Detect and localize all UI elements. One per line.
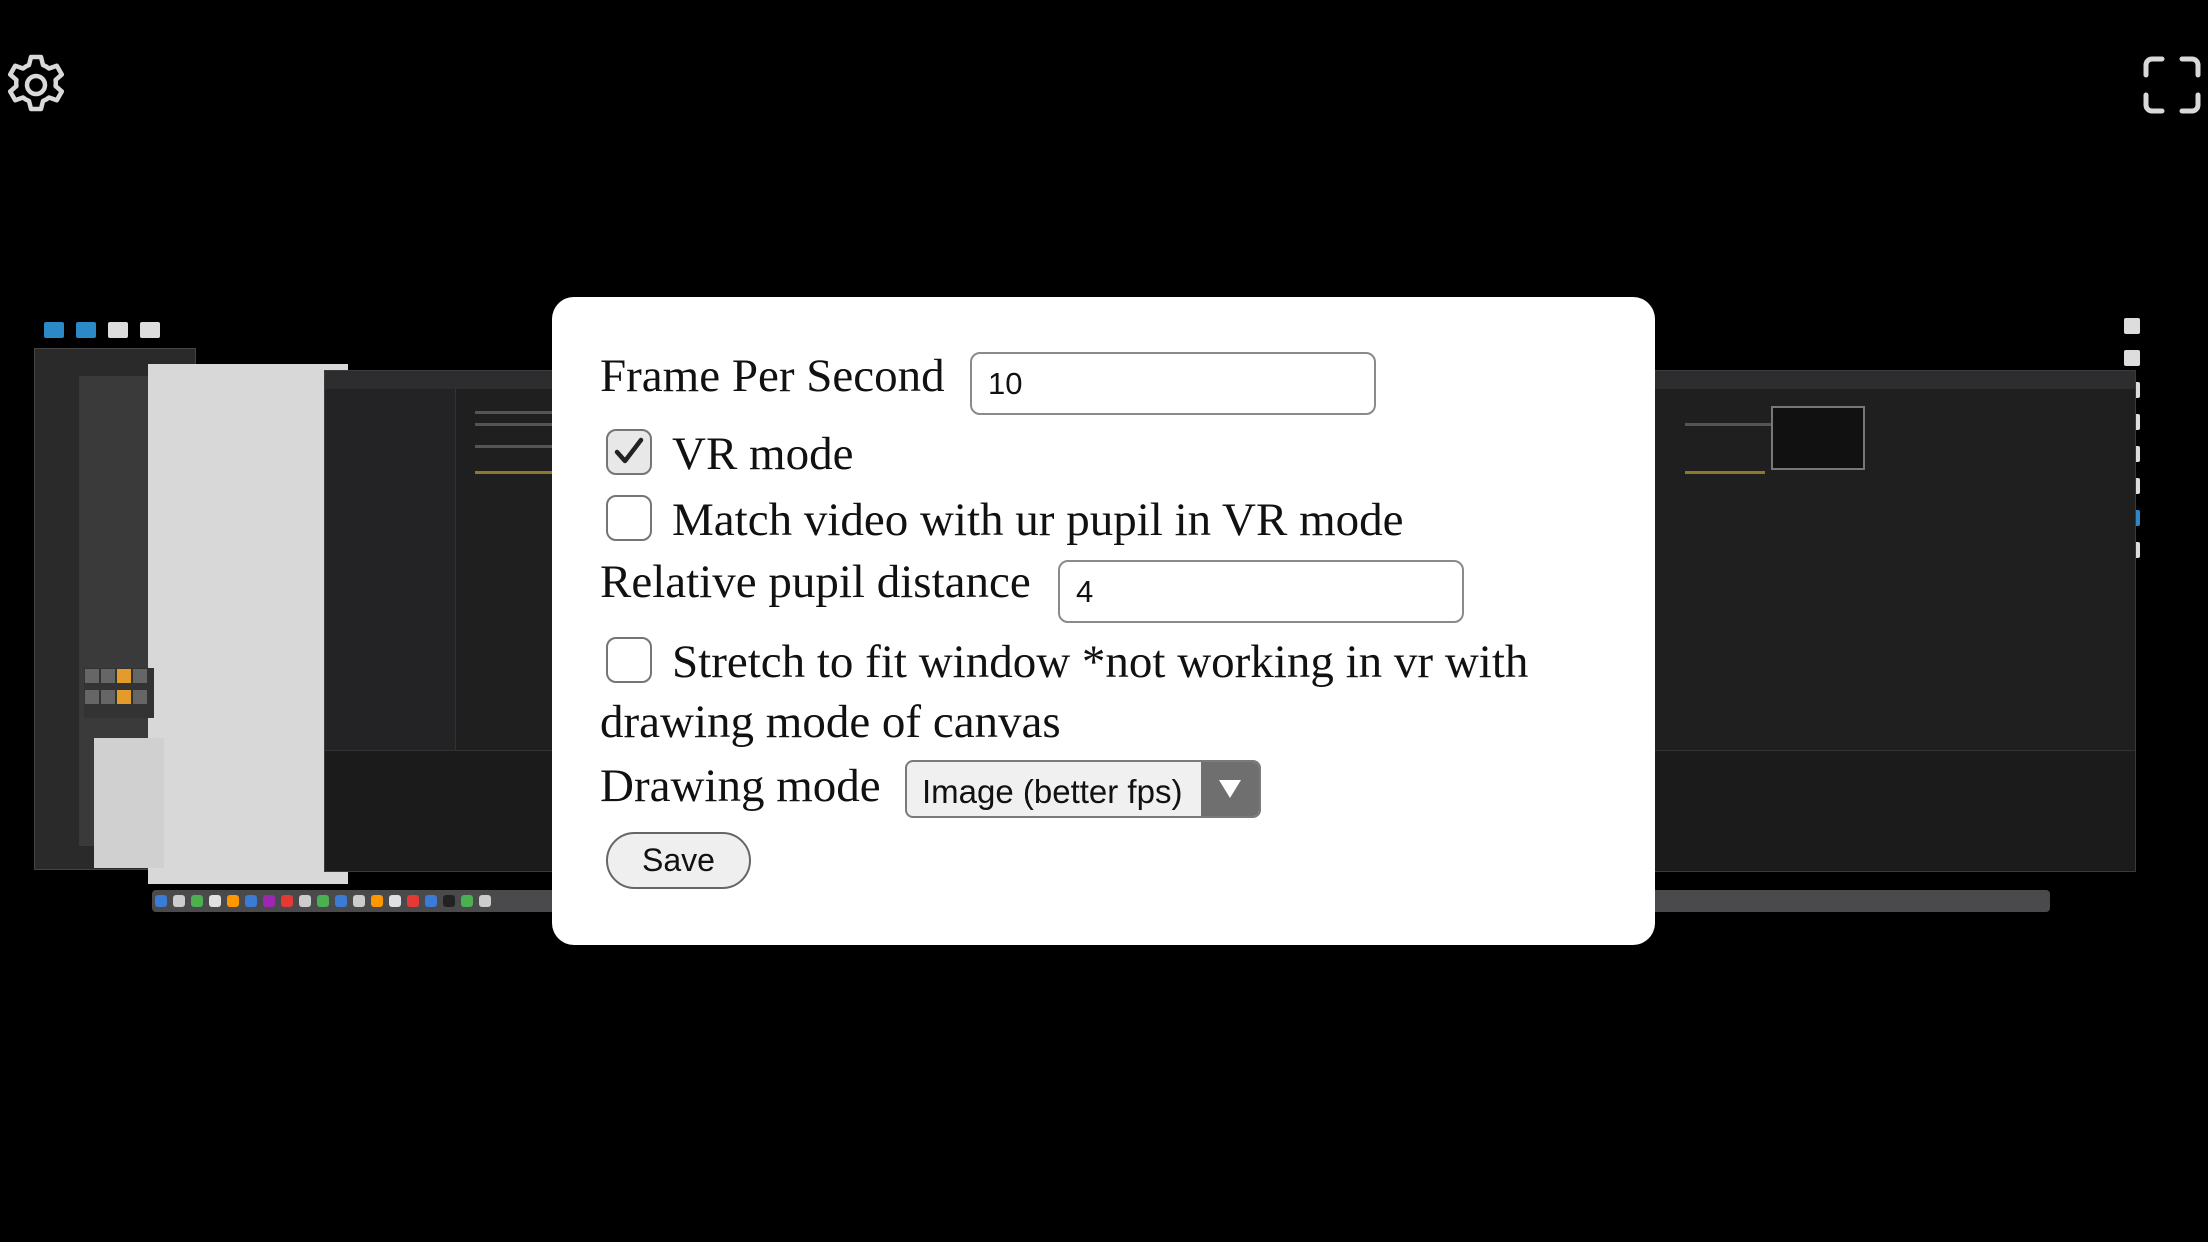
select-arrow[interactable]	[1201, 762, 1259, 816]
background-window	[148, 364, 348, 884]
checkmark-icon	[614, 437, 644, 464]
stretch-label-line1: Stretch to fit window *not working in vr…	[672, 636, 1529, 688]
fullscreen-icon	[2143, 56, 2201, 114]
stage: Frame Per Second VR mode Match video wit…	[0, 0, 2208, 1242]
stretch-checkbox[interactable]	[606, 637, 652, 683]
gear-icon	[7, 54, 65, 112]
file-icon	[108, 322, 128, 338]
background-window	[94, 738, 164, 868]
vr-mode-checkbox[interactable]	[606, 429, 652, 475]
save-button[interactable]: Save	[606, 832, 751, 889]
drawing-mode-value: Image (better fps)	[922, 773, 1183, 810]
chevron-down-icon	[1219, 780, 1241, 798]
stretch-label-line2: drawing mode of canvas	[600, 696, 1061, 748]
fps-input[interactable]	[970, 352, 1376, 415]
fps-label: Frame Per Second	[600, 350, 945, 402]
settings-dialog: Frame Per Second VR mode Match video wit…	[552, 297, 1655, 945]
folder-icon	[44, 322, 64, 338]
file-icon	[140, 322, 160, 338]
preview-thumbnail	[1771, 406, 1865, 470]
match-pupil-label: Match video with ur pupil in VR mode	[672, 494, 1404, 546]
drawing-mode-label: Drawing mode	[600, 760, 881, 812]
match-pupil-checkbox[interactable]	[606, 495, 652, 541]
vr-mode-label: VR mode	[672, 428, 854, 480]
folder-icon	[76, 322, 96, 338]
fullscreen-button[interactable]	[2142, 55, 2202, 115]
drawing-mode-select[interactable]: Image (better fps)	[905, 760, 1261, 818]
desktop-icons	[44, 322, 160, 338]
background-calculator	[84, 668, 154, 718]
pupil-distance-label: Relative pupil distance	[600, 556, 1031, 608]
settings-button[interactable]	[4, 53, 68, 117]
pupil-distance-input[interactable]	[1058, 560, 1464, 623]
